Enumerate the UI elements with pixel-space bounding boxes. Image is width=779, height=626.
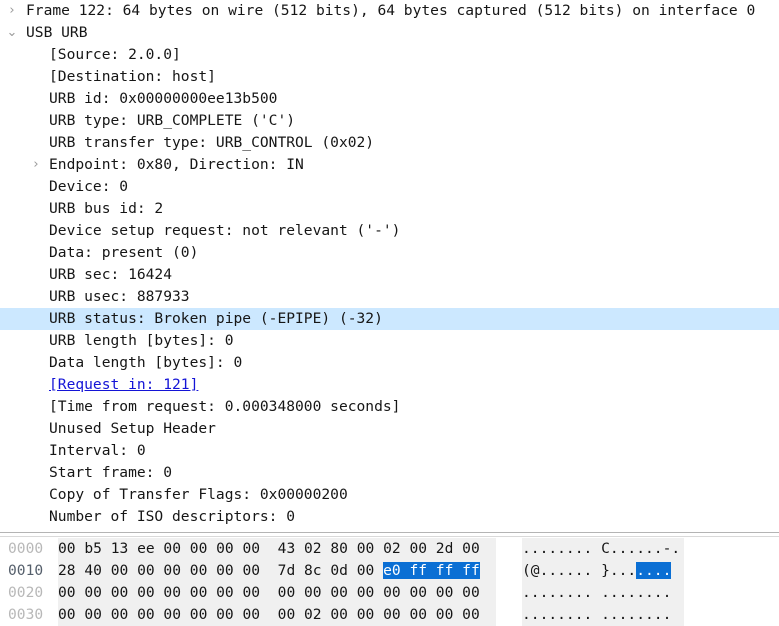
hex-ascii-text: (@...... }...: [522, 562, 637, 579]
hex-ascii-cell[interactable]: ........ C......-.: [522, 538, 684, 560]
tree-row-label: Number of ISO descriptors: 0: [49, 508, 296, 525]
hex-dump-row[interactable]: 0000 00 b5 13 ee 00 00 00 00 43 02 80 00 …: [0, 538, 779, 560]
chevron-right-icon[interactable]: ›: [4, 0, 20, 22]
hex-dump-row[interactable]: 0020 00 00 00 00 00 00 00 00 00 00 00 00 …: [0, 582, 779, 604]
packet-details-pane[interactable]: › Frame 122: 64 bytes on wire (512 bits),…: [0, 0, 779, 532]
tree-row-label: URB id: 0x00000000ee13b500: [49, 90, 278, 107]
tree-row-selected[interactable]: URB status: Broken pipe (-EPIPE) (-32): [0, 308, 779, 330]
tree-row[interactable]: URB sec: 16424: [0, 264, 779, 286]
tree-row-label: Frame 122: 64 bytes on wire (512 bits), …: [26, 2, 756, 19]
hex-dump-row[interactable]: 0030 00 00 00 00 00 00 00 00 00 02 00 00 …: [0, 604, 779, 626]
tree-row[interactable]: › Endpoint: 0x80, Direction: IN: [0, 154, 779, 176]
tree-row-label: [Destination: host]: [49, 68, 216, 85]
tree-row-label: URB transfer type: URB_CONTROL (0x02): [49, 134, 375, 151]
tree-row-label: [Time from request: 0.000348000 seconds]: [49, 398, 401, 415]
hex-bytes-text: 00 b5 13 ee 00 00 00 00 43 02 80 00 02 0…: [58, 540, 480, 557]
chevron-down-icon[interactable]: ⌄: [4, 22, 20, 44]
tree-row-label: URB usec: 887933: [49, 288, 190, 305]
tree-row[interactable]: ⌄ USB URB: [0, 22, 779, 44]
hex-dump-row[interactable]: 0010 28 40 00 00 00 00 00 00 7d 8c 0d 00 …: [0, 560, 779, 582]
hex-ascii-cell[interactable]: (@...... }.......: [522, 560, 684, 582]
tree-row-label: URB length [bytes]: 0: [49, 332, 234, 349]
wireshark-packet-detail-window: › Frame 122: 64 bytes on wire (512 bits),…: [0, 0, 779, 626]
hex-ascii-text: ........ ........: [522, 584, 672, 601]
tree-row-label: URB status: Broken pipe (-EPIPE) (-32): [49, 310, 383, 327]
tree-row[interactable]: Number of ISO descriptors: 0: [0, 506, 779, 528]
tree-row-label: Endpoint: 0x80, Direction: IN: [49, 156, 304, 173]
tree-row-label: Interval: 0: [49, 442, 146, 459]
tree-row-label: [Source: 2.0.0]: [49, 46, 181, 63]
tree-row-label: Copy of Transfer Flags: 0x00000200: [49, 486, 348, 503]
tree-row-label: Unused Setup Header: [49, 420, 216, 437]
hex-ascii-text: ........ ........: [522, 606, 672, 623]
hex-offset-label: 0030: [8, 606, 44, 623]
hex-offset-label: 0000: [8, 540, 44, 557]
tree-row-label: URB bus id: 2: [49, 200, 164, 217]
tree-row-label: Start frame: 0: [49, 464, 173, 481]
tree-row[interactable]: [Source: 2.0.0]: [0, 44, 779, 66]
tree-row[interactable]: [Request in: 121]: [0, 374, 779, 396]
tree-row-label: Device: 0: [49, 178, 129, 195]
tree-row[interactable]: Data length [bytes]: 0: [0, 352, 779, 374]
hex-bytes-cell[interactable]: 28 40 00 00 00 00 00 00 7d 8c 0d 00 e0 f…: [58, 560, 496, 582]
tree-row[interactable]: Copy of Transfer Flags: 0x00000200: [0, 484, 779, 506]
tree-row[interactable]: URB usec: 887933: [0, 286, 779, 308]
hex-ascii-cell[interactable]: ........ ........: [522, 604, 684, 626]
hex-bytes-text: 28 40 00 00 00 00 00 00 7d 8c 0d 00: [58, 562, 384, 579]
request-in-link[interactable]: [Request in: 121]: [49, 374, 198, 396]
hex-bytes-cell[interactable]: 00 b5 13 ee 00 00 00 00 43 02 80 00 02 0…: [58, 538, 496, 560]
hex-bytes-selected: e0 ff ff ff: [383, 562, 480, 579]
tree-row[interactable]: URB length [bytes]: 0: [0, 330, 779, 352]
pane-splitter[interactable]: [0, 532, 779, 537]
tree-row[interactable]: Data: present (0): [0, 242, 779, 264]
tree-row[interactable]: Unused Setup Header: [0, 418, 779, 440]
chevron-right-icon[interactable]: ›: [28, 154, 44, 176]
tree-row-label: Device setup request: not relevant ('-'): [49, 222, 401, 239]
tree-row[interactable]: URB id: 0x00000000ee13b500: [0, 88, 779, 110]
hex-ascii-cell[interactable]: ........ ........: [522, 582, 684, 604]
hex-offset-label: 0020: [8, 584, 44, 601]
tree-row[interactable]: [Time from request: 0.000348000 seconds]: [0, 396, 779, 418]
tree-row-label: Data length [bytes]: 0: [49, 354, 243, 371]
hex-bytes-cell[interactable]: 00 00 00 00 00 00 00 00 00 00 00 00 00 0…: [58, 582, 496, 604]
tree-row-label: Data: present (0): [49, 244, 199, 261]
tree-row[interactable]: URB type: URB_COMPLETE ('C'): [0, 110, 779, 132]
tree-row[interactable]: Device: 0: [0, 176, 779, 198]
hex-bytes-text: 00 00 00 00 00 00 00 00 00 02 00 00 00 0…: [58, 606, 480, 623]
tree-row-label: URB sec: 16424: [49, 266, 173, 283]
tree-row[interactable]: URB transfer type: URB_CONTROL (0x02): [0, 132, 779, 154]
tree-row[interactable]: URB bus id: 2: [0, 198, 779, 220]
tree-row[interactable]: [Destination: host]: [0, 66, 779, 88]
hex-bytes-cell[interactable]: 00 00 00 00 00 00 00 00 00 02 00 00 00 0…: [58, 604, 496, 626]
tree-row[interactable]: Device setup request: not relevant ('-'): [0, 220, 779, 242]
hex-ascii-text: ........ C......-.: [522, 540, 681, 557]
tree-row-label: URB type: URB_COMPLETE ('C'): [49, 112, 296, 129]
packet-bytes-pane[interactable]: 0000 00 b5 13 ee 00 00 00 00 43 02 80 00 …: [0, 538, 779, 626]
hex-ascii-selected: ....: [636, 562, 672, 579]
tree-row[interactable]: Start frame: 0: [0, 462, 779, 484]
hex-bytes-text: 00 00 00 00 00 00 00 00 00 00 00 00 00 0…: [58, 584, 480, 601]
tree-row[interactable]: › Frame 122: 64 bytes on wire (512 bits),…: [0, 0, 779, 22]
tree-row[interactable]: Interval: 0: [0, 440, 779, 462]
hex-offset-label: 0010: [8, 562, 44, 579]
tree-row-label: USB URB: [26, 24, 88, 41]
